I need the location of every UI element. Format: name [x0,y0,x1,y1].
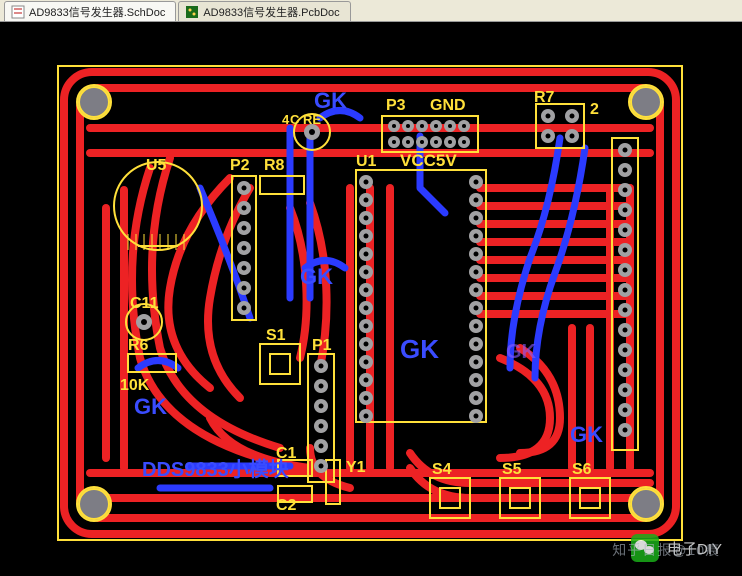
designator-s1: S1 [266,327,286,344]
designator-c2: C2 [276,497,297,514]
r6-value: 10K [120,377,150,394]
svg-text:4: 4 [282,112,290,127]
designator-c11: C11 [130,295,159,312]
board-title: DDS9833小模块 [142,457,290,481]
designator-s6: S6 [572,461,592,478]
silk-gk-2: GK [300,264,333,289]
designator-4core: C RE [290,112,321,127]
silk-gk-1: GK [314,88,347,113]
silk-gk-4: GK [400,334,439,364]
document-tabs: AD9833信号发生器.SchDoc AD9833信号发生器.PcbDoc [0,0,742,22]
pcb-board: U5 C11 P2 R8 U1 P3 GND VCC5V R7 2 R6 10K… [50,58,690,564]
silk-gk-5: GK [506,341,537,363]
designator-u1: U1 [356,153,377,170]
tab-label: AD9833信号发生器.SchDoc [29,4,165,20]
designator-p3: P3 [386,97,406,114]
tab-pcbdoc[interactable]: AD9833信号发生器.PcbDoc [178,1,350,21]
designator-r6: R6 [128,337,149,354]
silk-gk-3: GK [134,394,167,419]
designator-r8: R8 [264,157,285,174]
silk-gk-6: GK [570,422,603,447]
hdr-right-num: 2 [590,101,599,118]
designator-p2: P2 [230,157,250,174]
designator-y1: Y1 [346,459,366,476]
watermark-secondary: 知乎日报@10痕 [612,540,720,560]
schdoc-icon [11,5,25,19]
tab-label: AD9833信号发生器.PcbDoc [203,4,339,20]
pcb-canvas[interactable]: U5 C11 P2 R8 U1 P3 GND VCC5V R7 2 R6 10K… [0,22,742,576]
designator-s4: S4 [432,461,452,478]
tab-schdoc[interactable]: AD9833信号发生器.SchDoc [4,1,176,21]
designator-p1: P1 [312,337,332,354]
designator-u5: U5 [146,157,167,174]
designator-r7: R7 [534,89,555,106]
designator-s5: S5 [502,461,522,478]
net-vcc: VCC5V [400,151,457,170]
net-gnd: GND [430,97,466,114]
pcbdoc-icon [185,5,199,19]
